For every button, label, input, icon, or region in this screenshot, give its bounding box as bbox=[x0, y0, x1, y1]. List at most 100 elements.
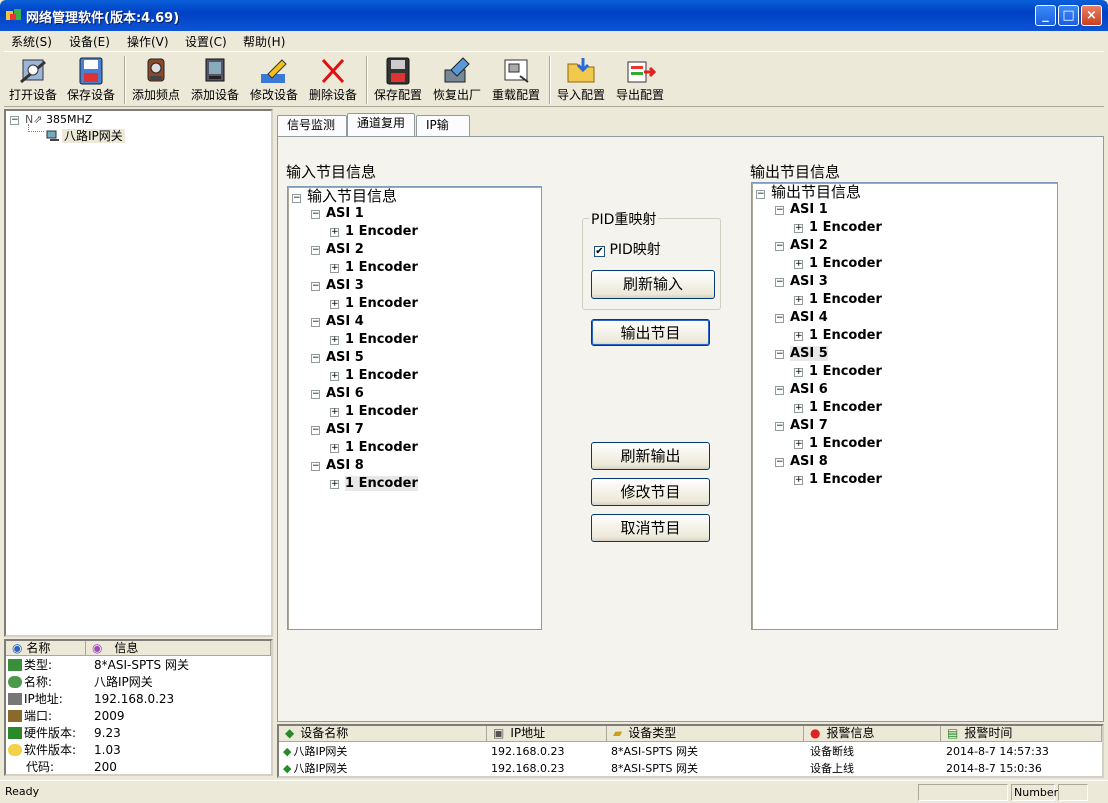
collapse-icon[interactable]: − bbox=[775, 458, 784, 467]
minimize-button[interactable]: _ bbox=[1035, 5, 1056, 26]
output-tree-program[interactable]: +1 Encoder bbox=[794, 399, 882, 417]
menu-system[interactable]: 系统(S) bbox=[11, 33, 52, 50]
input-tree-group[interactable]: − ASI 6 bbox=[311, 385, 364, 403]
collapse-icon[interactable]: − bbox=[311, 282, 320, 291]
output-tree-group[interactable]: − ASI 3 bbox=[775, 273, 828, 291]
menu-device[interactable]: 设备(E) bbox=[69, 33, 110, 50]
collapse-icon[interactable]: − bbox=[292, 194, 301, 203]
collapse-icon[interactable]: − bbox=[311, 426, 320, 435]
input-tree-program[interactable]: +1 Encoder bbox=[330, 475, 418, 493]
collapse-icon[interactable]: − bbox=[775, 278, 784, 287]
output-tree-program[interactable]: +1 Encoder bbox=[794, 435, 882, 453]
menu-settings[interactable]: 设置(C) bbox=[185, 33, 227, 50]
refresh-output-button[interactable]: 刷新输出 bbox=[591, 442, 710, 470]
output-tree-program[interactable]: +1 Encoder bbox=[794, 219, 882, 237]
input-tree-group[interactable]: − ASI 3 bbox=[311, 277, 364, 295]
output-tree-root[interactable]: − 输出节目信息 bbox=[756, 183, 861, 201]
expand-icon[interactable]: + bbox=[794, 368, 803, 377]
expand-icon[interactable]: + bbox=[794, 440, 803, 449]
output-tree-program[interactable]: +1 Encoder bbox=[794, 363, 882, 381]
expand-icon[interactable]: + bbox=[794, 476, 803, 485]
output-tree-group[interactable]: − ASI 5 bbox=[775, 345, 828, 363]
refresh-input-button[interactable]: 刷新输入 bbox=[591, 270, 715, 299]
col-ip[interactable]: ▣ IP地址 bbox=[487, 726, 607, 742]
expand-icon[interactable]: + bbox=[330, 264, 339, 273]
output-program-tree[interactable]: − 输出节目信息 − ASI 1 +1 Encoder − ASI 2 +1 Encoder −… bbox=[751, 182, 1058, 630]
tree-node-gateway[interactable]: 八路IP网关 bbox=[46, 127, 125, 144]
input-tree-group[interactable]: − ASI 5 bbox=[311, 349, 364, 367]
expand-icon[interactable]: + bbox=[330, 444, 339, 453]
col-alarm-info[interactable]: ● 报警信息 bbox=[804, 726, 941, 742]
expand-icon[interactable]: + bbox=[330, 336, 339, 345]
collapse-icon[interactable]: − bbox=[775, 350, 784, 359]
expand-icon[interactable]: + bbox=[794, 404, 803, 413]
tab-signal-monitor[interactable]: 信号监测 bbox=[277, 115, 347, 136]
collapse-icon[interactable]: − bbox=[311, 462, 320, 471]
cancel-program-button[interactable]: 取消节目 bbox=[591, 514, 710, 542]
alarm-list[interactable]: ◆ 设备名称 ▣ IP地址 ▰ 设备类型 ● 报警信息 ▤ 报警时间 ◆ 八路IP网关 192… bbox=[277, 724, 1104, 778]
input-tree-program[interactable]: +1 Encoder bbox=[330, 439, 418, 457]
check-icon[interactable]: ✔ bbox=[594, 246, 605, 257]
menu-operate[interactable]: 操作(V) bbox=[127, 33, 169, 50]
input-tree-group[interactable]: − ASI 7 bbox=[311, 421, 364, 439]
title-bar[interactable]: 网络管理软件(版本:4.69) _ □ × bbox=[0, 0, 1108, 31]
delete-device-button[interactable]: 删除设备 bbox=[304, 56, 362, 106]
expand-icon[interactable]: + bbox=[794, 332, 803, 341]
collapse-icon[interactable]: − bbox=[775, 386, 784, 395]
pid-map-checkbox[interactable]: ✔ PID映射 bbox=[594, 239, 661, 259]
collapse-icon[interactable]: − bbox=[311, 246, 320, 255]
output-tree-program[interactable]: +1 Encoder bbox=[794, 291, 882, 309]
collapse-icon[interactable]: − bbox=[311, 354, 320, 363]
menu-help[interactable]: 帮助(H) bbox=[243, 33, 285, 50]
expand-icon[interactable]: + bbox=[330, 300, 339, 309]
expand-icon[interactable]: + bbox=[794, 260, 803, 269]
export-config-button[interactable]: 导出配置 bbox=[611, 56, 669, 106]
expand-icon[interactable]: + bbox=[330, 372, 339, 381]
output-tree-group[interactable]: − ASI 2 bbox=[775, 237, 828, 255]
output-tree-group[interactable]: − ASI 4 bbox=[775, 309, 828, 327]
input-tree-root[interactable]: − 输入节目信息 bbox=[292, 187, 397, 205]
input-tree-group[interactable]: − ASI 1 bbox=[311, 205, 364, 223]
add-frequency-button[interactable]: 添加频点 bbox=[127, 56, 185, 106]
collapse-icon[interactable]: − bbox=[311, 390, 320, 399]
expand-icon[interactable]: + bbox=[794, 296, 803, 305]
tree-root[interactable]: − N⇗ 385MHZ bbox=[10, 113, 92, 126]
import-config-button[interactable]: 导入配置 bbox=[552, 56, 610, 106]
output-program-button[interactable]: 输出节目 bbox=[591, 319, 710, 346]
input-tree-program[interactable]: +1 Encoder bbox=[330, 331, 418, 349]
collapse-icon[interactable]: − bbox=[775, 206, 784, 215]
collapse-icon[interactable]: − bbox=[756, 190, 765, 199]
save-config-button[interactable]: 保存配置 bbox=[369, 56, 427, 106]
input-tree-program[interactable]: +1 Encoder bbox=[330, 259, 418, 277]
collapse-icon[interactable]: − bbox=[10, 116, 19, 125]
collapse-icon[interactable]: − bbox=[775, 242, 784, 251]
input-tree-program[interactable]: +1 Encoder bbox=[330, 367, 418, 385]
tab-ip-output[interactable]: IP输出 bbox=[416, 115, 470, 151]
output-tree-group[interactable]: − ASI 1 bbox=[775, 201, 828, 219]
input-tree-group[interactable]: − ASI 8 bbox=[311, 457, 364, 475]
collapse-icon[interactable]: − bbox=[311, 210, 320, 219]
save-device-button[interactable]: 保存设备 bbox=[62, 56, 120, 106]
modify-device-button[interactable]: 修改设备 bbox=[245, 56, 303, 106]
collapse-icon[interactable]: − bbox=[775, 314, 784, 323]
col-device-type[interactable]: ▰ 设备类型 bbox=[607, 726, 804, 742]
factory-reset-button[interactable]: 恢复出厂 bbox=[428, 56, 486, 106]
col-header-name[interactable]: ◉ 名称 bbox=[6, 641, 86, 656]
col-device-name[interactable]: ◆ 设备名称 bbox=[279, 726, 487, 742]
input-tree-program[interactable]: +1 Encoder bbox=[330, 295, 418, 313]
input-program-tree[interactable]: − 输入节目信息 − ASI 1 +1 Encoder − ASI 2 +1 Encoder −… bbox=[287, 186, 542, 630]
maximize-button[interactable]: □ bbox=[1058, 5, 1079, 26]
tab-channel-mux[interactable]: 通道复用 bbox=[347, 113, 415, 137]
input-tree-group[interactable]: − ASI 4 bbox=[311, 313, 364, 331]
collapse-icon[interactable]: − bbox=[311, 318, 320, 327]
expand-icon[interactable]: + bbox=[330, 480, 339, 489]
open-device-button[interactable]: 打开设备 bbox=[4, 56, 62, 106]
reload-config-button[interactable]: 重载配置 bbox=[487, 56, 545, 106]
output-tree-program[interactable]: +1 Encoder bbox=[794, 327, 882, 345]
expand-icon[interactable]: + bbox=[330, 228, 339, 237]
collapse-icon[interactable]: − bbox=[775, 422, 784, 431]
output-tree-group[interactable]: − ASI 6 bbox=[775, 381, 828, 399]
input-tree-program[interactable]: +1 Encoder bbox=[330, 223, 418, 241]
device-tree[interactable]: − N⇗ 385MHZ 八路IP网关 bbox=[4, 109, 273, 637]
expand-icon[interactable]: + bbox=[794, 224, 803, 233]
